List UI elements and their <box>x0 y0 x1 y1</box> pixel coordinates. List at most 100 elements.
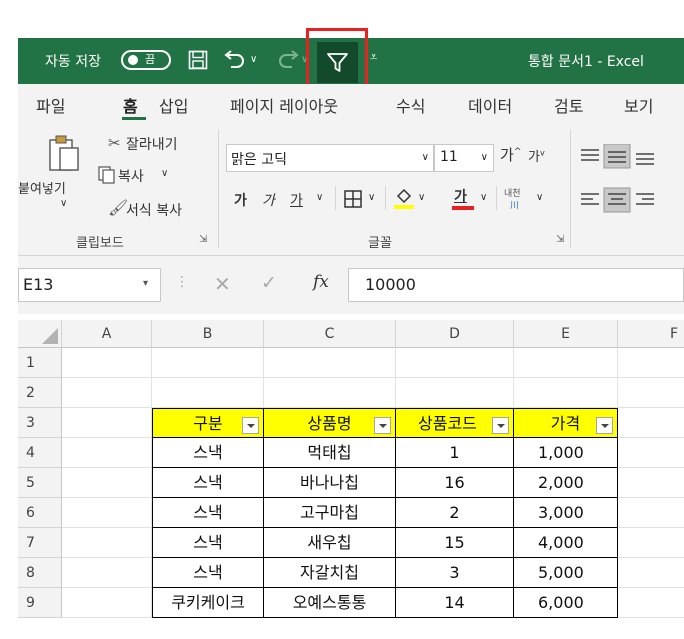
cancel-icon[interactable]: ✕ <box>214 272 231 296</box>
grid-cell[interactable] <box>62 558 152 588</box>
cut-icon[interactable]: ✂ <box>108 134 121 152</box>
filter-dropdown-icon[interactable] <box>596 417 613 434</box>
table-cell[interactable]: 스낵 <box>152 468 264 498</box>
grid-cell[interactable] <box>264 378 396 408</box>
table-header-product-name[interactable]: 상품명 <box>264 408 396 438</box>
grid-cell[interactable] <box>618 558 684 588</box>
column-header-c[interactable]: C <box>264 320 396 348</box>
table-cell[interactable]: 자갈치칩 <box>264 558 396 588</box>
grid-cell[interactable] <box>396 378 514 408</box>
table-cell[interactable]: 1,000 <box>514 438 618 468</box>
table-cell[interactable]: 고구마칩 <box>264 498 396 528</box>
paste-icon[interactable] <box>48 134 82 174</box>
grid-cell[interactable] <box>62 408 152 438</box>
table-cell[interactable]: 5,000 <box>514 558 618 588</box>
insert-function-icon[interactable]: fx <box>313 272 329 292</box>
name-box[interactable]: E13 ▾ <box>18 268 161 302</box>
copy-label[interactable]: 복사 <box>118 166 144 186</box>
row-header-4[interactable]: 4 <box>18 438 62 468</box>
grid-cell[interactable] <box>264 348 396 378</box>
filter-dropdown-icon[interactable] <box>242 417 259 434</box>
table-cell[interactable]: 오예스통통 <box>264 588 396 618</box>
row-header-5[interactable]: 5 <box>18 468 62 498</box>
table-cell[interactable]: 스낵 <box>152 438 264 468</box>
grid-cell[interactable] <box>62 528 152 558</box>
table-cell[interactable]: 2,000 <box>514 468 618 498</box>
formula-input[interactable]: 10000 <box>348 268 684 302</box>
font-color-dropdown-icon[interactable]: ∨ <box>480 192 487 203</box>
table-cell[interactable]: 1 <box>396 438 514 468</box>
grid-cell[interactable] <box>618 378 684 408</box>
grid-cell[interactable] <box>618 408 684 438</box>
clipboard-launcher-icon[interactable]: ⇲ <box>199 234 207 245</box>
table-cell[interactable]: 4,000 <box>514 528 618 558</box>
row-header-8[interactable]: 8 <box>18 558 62 588</box>
autosave-toggle[interactable]: 끔 <box>121 50 171 70</box>
tab-page-layout[interactable]: 페이지 레이아웃 <box>230 93 338 117</box>
column-header-d[interactable]: D <box>396 320 514 348</box>
table-cell[interactable]: 16 <box>396 468 514 498</box>
grid-cell[interactable] <box>62 438 152 468</box>
table-cell[interactable]: 3,000 <box>514 498 618 528</box>
table-cell[interactable]: 새우칩 <box>264 528 396 558</box>
table-cell[interactable]: 2 <box>396 498 514 528</box>
underline-dropdown-icon[interactable]: ∨ <box>316 192 323 203</box>
redo-icon[interactable] <box>276 49 300 71</box>
grid-cell[interactable] <box>152 378 264 408</box>
table-cell[interactable]: 15 <box>396 528 514 558</box>
tab-insert[interactable]: 삽입 <box>159 93 188 117</box>
enter-icon[interactable]: ✓ <box>261 272 277 294</box>
column-header-b[interactable]: B <box>152 320 264 348</box>
copy-icon[interactable] <box>98 166 116 184</box>
save-icon[interactable] <box>188 50 208 70</box>
font-name-select[interactable]: 맑은 고딕 ∨ <box>226 144 434 172</box>
column-header-f[interactable]: F <box>618 320 684 348</box>
table-cell[interactable]: 바나나칩 <box>264 468 396 498</box>
table-header-product-code[interactable]: 상품코드 <box>396 408 514 438</box>
grid-cell[interactable] <box>396 348 514 378</box>
tab-home[interactable]: 홈 <box>123 93 138 117</box>
row-header-3[interactable]: 3 <box>18 408 62 438</box>
column-header-a[interactable]: A <box>62 320 152 348</box>
tab-data[interactable]: 데이터 <box>468 93 512 117</box>
row-header-9[interactable]: 9 <box>18 588 62 618</box>
tab-view[interactable]: 보기 <box>624 93 653 117</box>
borders-dropdown-icon[interactable]: ∨ <box>368 192 375 203</box>
customize-toolbar-icon[interactable]: ⩡ <box>370 50 377 65</box>
table-header-category[interactable]: 구분 <box>152 408 264 438</box>
grid-cell[interactable] <box>152 348 264 378</box>
font-launcher-icon[interactable]: ⇲ <box>556 234 564 245</box>
table-cell[interactable]: 스낵 <box>152 528 264 558</box>
row-header-7[interactable]: 7 <box>18 528 62 558</box>
filter-dropdown-icon[interactable] <box>492 417 509 434</box>
bold-button[interactable]: 가 <box>234 190 247 210</box>
grid-cell[interactable] <box>618 528 684 558</box>
column-header-e[interactable]: E <box>514 320 618 348</box>
underline-button[interactable]: 가 <box>290 190 303 210</box>
paste-label[interactable]: 붙여넣기 <box>18 178 66 197</box>
undo-dropdown-icon[interactable]: ∨ <box>250 54 257 65</box>
format-painter-label[interactable]: 서식 복사 <box>126 200 182 220</box>
grid-cell[interactable] <box>618 498 684 528</box>
decrease-font-icon[interactable]: 가v <box>528 146 545 165</box>
undo-icon[interactable] <box>223 49 247 71</box>
paste-dropdown-icon[interactable]: ∨ <box>60 198 67 209</box>
row-header-2[interactable]: 2 <box>18 378 62 408</box>
copy-dropdown-icon[interactable]: ∨ <box>161 168 168 179</box>
grid-cell[interactable] <box>62 498 152 528</box>
table-cell[interactable]: 먹태칩 <box>264 438 396 468</box>
table-cell[interactable]: 6,000 <box>514 588 618 618</box>
table-cell[interactable]: 14 <box>396 588 514 618</box>
table-cell[interactable]: 쿠키케이크 <box>152 588 264 618</box>
phonetic-dropdown-icon[interactable]: ∨ <box>536 192 543 203</box>
grid-cell[interactable] <box>62 588 152 618</box>
table-cell[interactable]: 3 <box>396 558 514 588</box>
font-color-button[interactable]: 가 <box>452 186 476 212</box>
tab-formulas[interactable]: 수식 <box>396 93 425 117</box>
cut-label[interactable]: 잘라내기 <box>126 134 178 154</box>
fill-color-dropdown-icon[interactable]: ∨ <box>418 192 425 203</box>
select-all-corner[interactable] <box>18 320 62 348</box>
row-header-6[interactable]: 6 <box>18 498 62 528</box>
grid-cell[interactable] <box>618 588 684 618</box>
table-cell[interactable]: 스낵 <box>152 498 264 528</box>
